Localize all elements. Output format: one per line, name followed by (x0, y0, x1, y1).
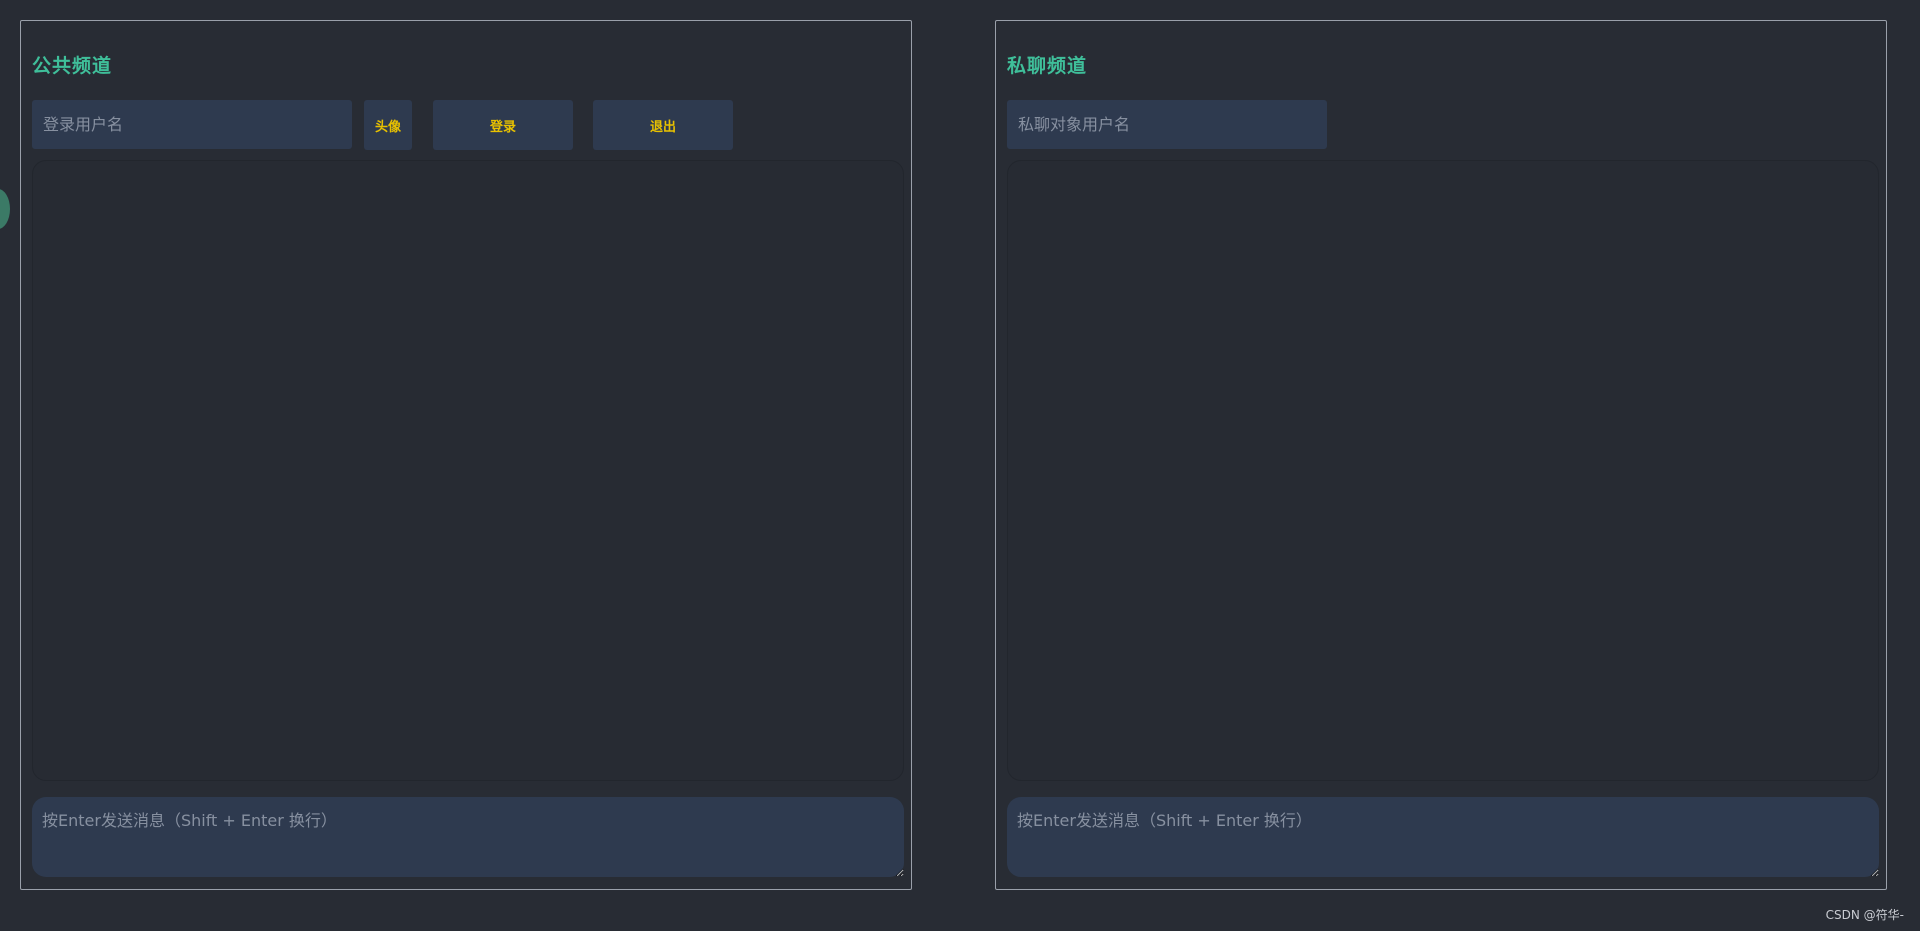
login-button[interactable]: 登录 (433, 100, 573, 150)
logout-button[interactable]: 退出 (593, 100, 733, 150)
private-message-list[interactable] (1007, 160, 1879, 781)
side-toggle-icon[interactable] (0, 189, 10, 229)
watermark: CSDN @符华- (1825, 908, 1904, 922)
public-message-list[interactable] (32, 160, 904, 781)
private-channel-panel: 私聊频道 (995, 20, 1887, 890)
private-channel-title: 私聊频道 (1007, 55, 1088, 77)
public-message-input[interactable] (32, 797, 904, 877)
avatar-button[interactable]: 头像 (364, 100, 412, 150)
private-target-input[interactable] (1007, 100, 1327, 149)
private-message-input[interactable] (1007, 797, 1879, 877)
public-channel-panel: 公共频道 头像 登录 退出 (20, 20, 912, 890)
login-username-input[interactable] (32, 100, 352, 149)
public-channel-title: 公共频道 (32, 55, 113, 77)
